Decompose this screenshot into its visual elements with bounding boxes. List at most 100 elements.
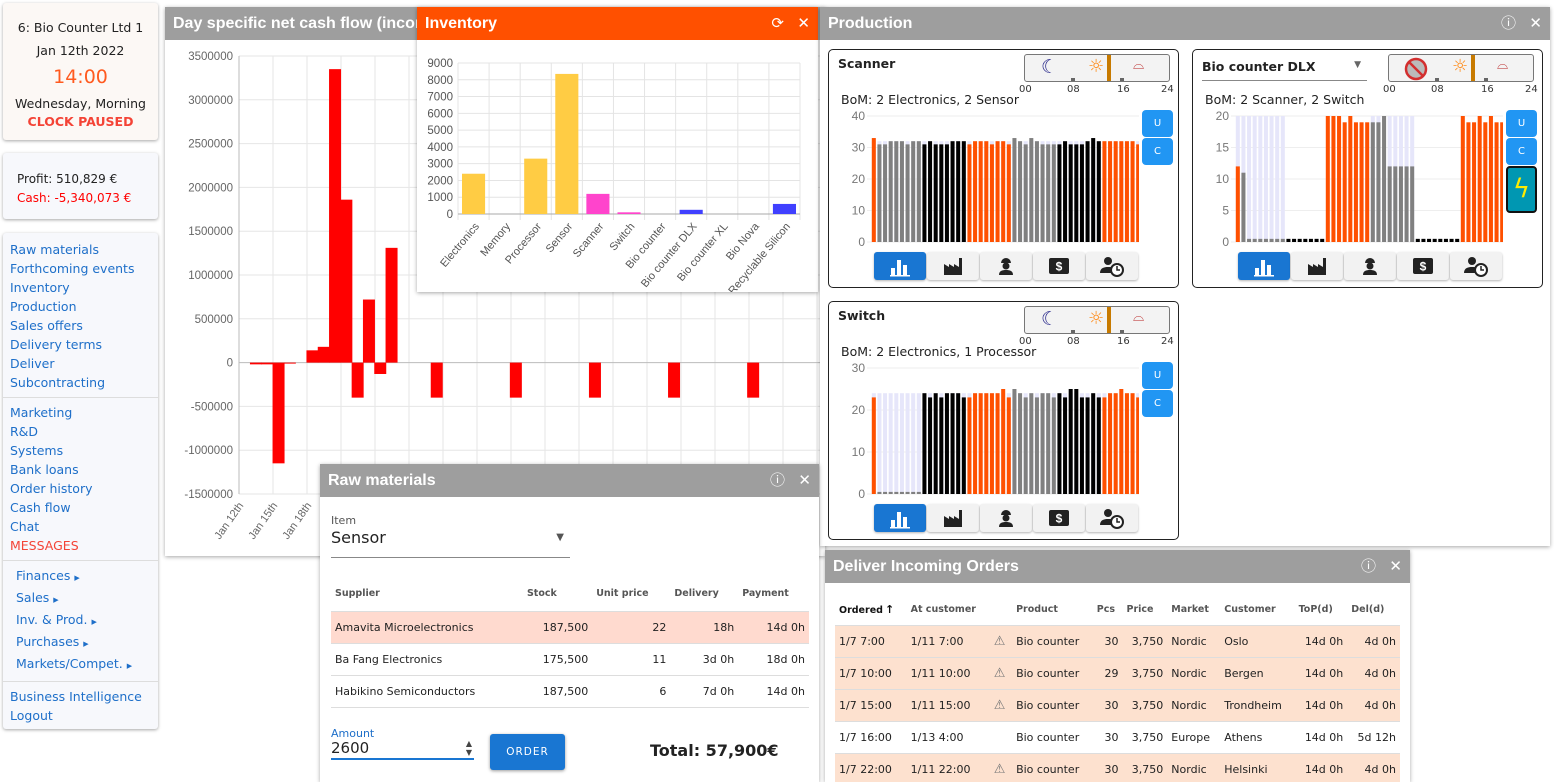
column-header[interactable]: Ordered ↑	[835, 595, 907, 626]
production-bar	[1119, 389, 1124, 494]
clock-status[interactable]: CLOCK PAUSED	[3, 115, 158, 129]
column-header[interactable]: At customer	[906, 595, 990, 626]
info-icon[interactable]: ⓘ	[770, 464, 785, 497]
nav-link[interactable]: R&D	[3, 422, 158, 441]
production-bar	[1415, 238, 1420, 242]
supplier-row[interactable]: Amavita Microelectronics 187,500 22 18h 14d …	[331, 611, 809, 644]
nav-submenu[interactable]: Inv. & Prod. ▶	[3, 610, 158, 632]
c-button[interactable]: C	[1506, 138, 1537, 165]
shift-schedule-icon	[1464, 257, 1488, 277]
stats-chart-icon-button[interactable]	[874, 504, 926, 532]
refresh-icon[interactable]: ⟳	[771, 7, 784, 40]
stats-chart-icon-button[interactable]	[1238, 252, 1290, 280]
nav-link[interactable]: Logout	[3, 706, 158, 725]
worker-icon-button[interactable]	[980, 252, 1032, 280]
order-row[interactable]: 1/7 7:00 1/11 7:00 ⚠ Bio counter 30 3,750 Nord…	[835, 625, 1400, 658]
stepper-icon[interactable]: ▲ ▼	[466, 739, 472, 757]
nav-link[interactable]: Inventory	[3, 278, 158, 297]
worker-icon-button[interactable]	[1344, 252, 1396, 280]
money-icon-button[interactable]: $	[1033, 504, 1085, 532]
nav-link[interactable]: Systems	[3, 441, 158, 460]
nav-submenu[interactable]: Purchases ▶	[3, 632, 158, 654]
column-header[interactable]: Unit price	[592, 577, 671, 612]
day-night-timeline[interactable]: ☾ ☼ ⌓	[1024, 54, 1170, 82]
worker-icon-button[interactable]	[980, 504, 1032, 532]
order-row[interactable]: 1/7 15:00 1/11 15:00 ⚠ Bio counter 30 3,750 No…	[835, 689, 1400, 722]
timeline-tick-label: 00	[1383, 84, 1396, 95]
column-header[interactable]	[989, 595, 1013, 626]
shift-schedule-icon-button[interactable]	[1086, 504, 1138, 532]
u-button[interactable]: U	[1506, 110, 1537, 137]
nav-link[interactable]: Delivery terms	[3, 335, 158, 354]
column-header[interactable]: Payment	[738, 577, 809, 612]
nav-submenu[interactable]: Sales ▶	[3, 588, 158, 610]
nav-link[interactable]: Subcontracting	[3, 373, 158, 392]
nav-link[interactable]: Order history	[3, 479, 158, 498]
inventory-header: Inventory ⟳ ✕	[417, 7, 818, 40]
production-bar	[1074, 389, 1079, 494]
nav-link[interactable]: Marketing	[3, 403, 158, 422]
order-row[interactable]: 1/7 22:00 1/11 22:00 ⚠ Bio counter 30 3,750 No…	[835, 753, 1400, 782]
money-icon-button[interactable]: $	[1033, 252, 1085, 280]
sort-ascending-icon[interactable]: ↑	[885, 603, 894, 616]
u-button[interactable]: U	[1142, 110, 1173, 137]
column-header[interactable]: Market	[1167, 595, 1221, 626]
nav-link[interactable]: Deliver	[3, 354, 158, 373]
day-night-timeline[interactable]: ☾ ☼ ⌓	[1024, 306, 1170, 334]
nav-submenu[interactable]: Finances ▶	[3, 566, 158, 588]
table-cell: Nordic	[1167, 657, 1221, 690]
stats-chart-icon-button[interactable]	[874, 252, 926, 280]
shift-schedule-icon-button[interactable]	[1450, 252, 1502, 280]
nav-link[interactable]: Raw materials	[3, 240, 158, 259]
info-icon[interactable]: ⓘ	[1501, 7, 1516, 40]
order-row[interactable]: 1/7 16:00 1/13 4:00 Bio counter 30 3,750 Euro…	[835, 721, 1400, 754]
c-button[interactable]: C	[1142, 390, 1173, 417]
factory-icon-button[interactable]	[927, 504, 979, 532]
nav-link[interactable]: Production	[3, 297, 158, 316]
day-night-timeline[interactable]: ☼ ⌓	[1388, 54, 1534, 82]
order-button[interactable]: ORDER	[490, 734, 565, 770]
nav-link[interactable]: Sales offers	[3, 316, 158, 335]
nav-link[interactable]: Business Intelligence	[3, 687, 158, 706]
column-header[interactable]: Delivery	[670, 577, 739, 612]
column-header[interactable]: Del(d)	[1347, 595, 1400, 626]
nav-link-messages[interactable]: MESSAGES	[3, 536, 158, 555]
column-header[interactable]: Pcs	[1092, 595, 1123, 626]
nav-link[interactable]: Cash flow	[3, 498, 158, 517]
shift-schedule-icon-button[interactable]	[1086, 252, 1138, 280]
close-icon[interactable]: ✕	[797, 7, 810, 40]
day-part: Wednesday, Morning	[15, 96, 146, 111]
production-bar	[1057, 393, 1062, 494]
table-cell: Bio counter	[1012, 721, 1093, 754]
nav-link[interactable]: Bank loans	[3, 460, 158, 479]
item-select[interactable]: Sensor ▼	[331, 528, 570, 558]
supplier-row[interactable]: Ba Fang Electronics 175,500 11 3d 0h 18d 0h	[331, 643, 809, 676]
nav-link[interactable]: Chat	[3, 517, 158, 536]
info-icon[interactable]: ⓘ	[1361, 550, 1376, 583]
order-row[interactable]: 1/7 10:00 1/11 10:00 ⚠ Bio counter 29 3,750 No…	[835, 657, 1400, 690]
raw-header: Raw materials ⓘ ✕	[320, 464, 819, 497]
cashflow-bar	[588, 362, 601, 398]
money-icon-button[interactable]: $	[1397, 252, 1449, 280]
column-header[interactable]: Product	[1012, 595, 1093, 626]
column-header[interactable]: ToP(d)	[1294, 595, 1348, 626]
profit-value: Profit: 510,829 €	[17, 172, 118, 186]
nav-submenu[interactable]: Markets/Compet. ▶	[3, 654, 158, 676]
close-icon[interactable]: ✕	[798, 464, 811, 497]
factory-icon-button[interactable]	[927, 252, 979, 280]
column-header[interactable]: Stock	[522, 577, 593, 612]
lightning-icon[interactable]: ϟ	[1506, 166, 1537, 213]
close-icon[interactable]: ✕	[1389, 550, 1402, 583]
supplier-row[interactable]: Habikino Semiconductors 187,500 6 7d 0h 14d …	[331, 675, 809, 708]
factory-icon-button[interactable]	[1291, 252, 1343, 280]
c-button[interactable]: C	[1142, 138, 1173, 165]
table-cell: 1/11 22:00	[906, 753, 990, 782]
nav-link[interactable]: Forthcoming events	[3, 259, 158, 278]
close-icon[interactable]: ✕	[1529, 7, 1542, 40]
column-header[interactable]: Customer	[1220, 595, 1295, 626]
column-header[interactable]: Price	[1122, 595, 1168, 626]
u-button[interactable]: U	[1142, 362, 1173, 389]
amount-input[interactable]: 2600 ▲ ▼	[331, 739, 474, 760]
column-header[interactable]: Supplier	[331, 577, 523, 612]
product-select[interactable]: Bio counter DLX ▼	[1202, 59, 1367, 81]
